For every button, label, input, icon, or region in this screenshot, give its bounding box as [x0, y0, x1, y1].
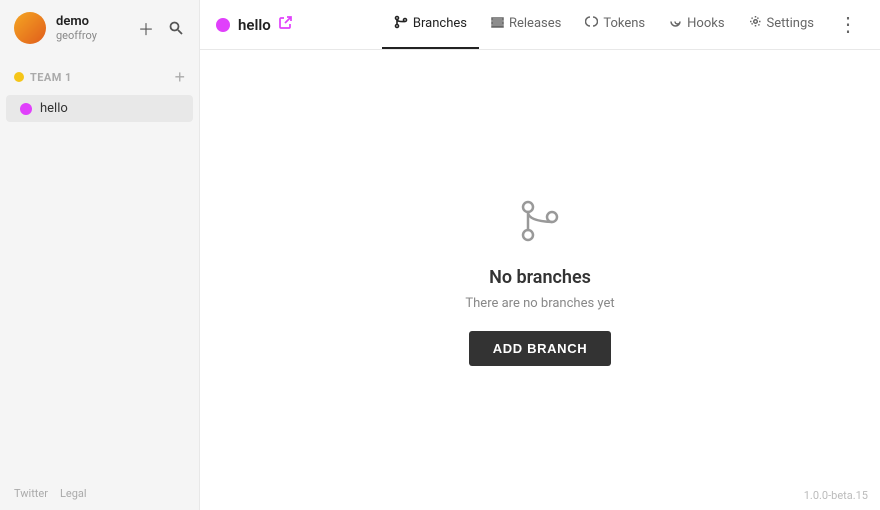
branches-empty-icon [514, 195, 566, 251]
tab-settings[interactable]: Settings [737, 0, 826, 49]
team-row: Team 1 + [14, 64, 185, 90]
tab-tokens[interactable]: Tokens [573, 0, 657, 49]
footer-legal-link[interactable]: Legal [60, 487, 87, 500]
tab-hooks[interactable]: Hooks [657, 0, 736, 49]
main-content: hello [200, 0, 880, 510]
tab-branches-label: Branches [413, 16, 467, 31]
branches-icon [394, 15, 408, 33]
version-badge: 1.0.0-beta.15 [804, 489, 868, 502]
project-dot [20, 103, 32, 115]
add-button[interactable]: ＋ [135, 17, 157, 39]
project-title: hello [238, 16, 271, 34]
project-title-area: hello [216, 16, 376, 34]
tab-branches[interactable]: Branches [382, 0, 479, 49]
settings-icon [749, 15, 762, 32]
team-dot [14, 72, 24, 82]
hooks-icon [669, 15, 682, 32]
add-branch-button[interactable]: ADD BRANCH [469, 331, 612, 366]
tab-releases-label: Releases [509, 16, 561, 31]
tab-tokens-label: Tokens [603, 16, 645, 31]
tab-releases[interactable]: Releases [479, 0, 573, 49]
project-item-hello[interactable]: hello [6, 95, 193, 122]
sidebar-user-area: demo geoffroy ＋ [0, 0, 199, 56]
empty-state: No branches There are no branches yet AD… [465, 195, 614, 366]
external-link-icon[interactable] [279, 16, 292, 33]
sidebar-footer: Twitter Legal [0, 477, 199, 510]
empty-state-title: No branches [489, 267, 591, 288]
nav-tabs: Branches Releases Tokens [382, 0, 826, 49]
team-name: Team 1 [30, 71, 72, 84]
tokens-icon [585, 15, 598, 32]
content-area: No branches There are no branches yet AD… [200, 50, 880, 510]
project-title-dot [216, 18, 230, 32]
search-button[interactable] [165, 17, 187, 39]
topnav: hello [200, 0, 880, 50]
empty-state-subtitle: There are no branches yet [465, 296, 614, 311]
project-name: hello [40, 101, 68, 116]
user-avatar [14, 12, 46, 44]
releases-icon [491, 15, 504, 32]
add-team-button[interactable]: + [174, 68, 185, 86]
more-options-button[interactable]: ⋮ [832, 12, 864, 37]
team-label: Team 1 [14, 71, 72, 84]
tab-settings-label: Settings [767, 16, 814, 31]
team-section: Team 1 + [0, 56, 199, 94]
sidebar: demo geoffroy ＋ Team 1 + hello Twitter [0, 0, 200, 510]
sidebar-action-buttons: ＋ [135, 17, 187, 39]
tab-hooks-label: Hooks [687, 16, 724, 31]
footer-twitter-link[interactable]: Twitter [14, 487, 48, 500]
